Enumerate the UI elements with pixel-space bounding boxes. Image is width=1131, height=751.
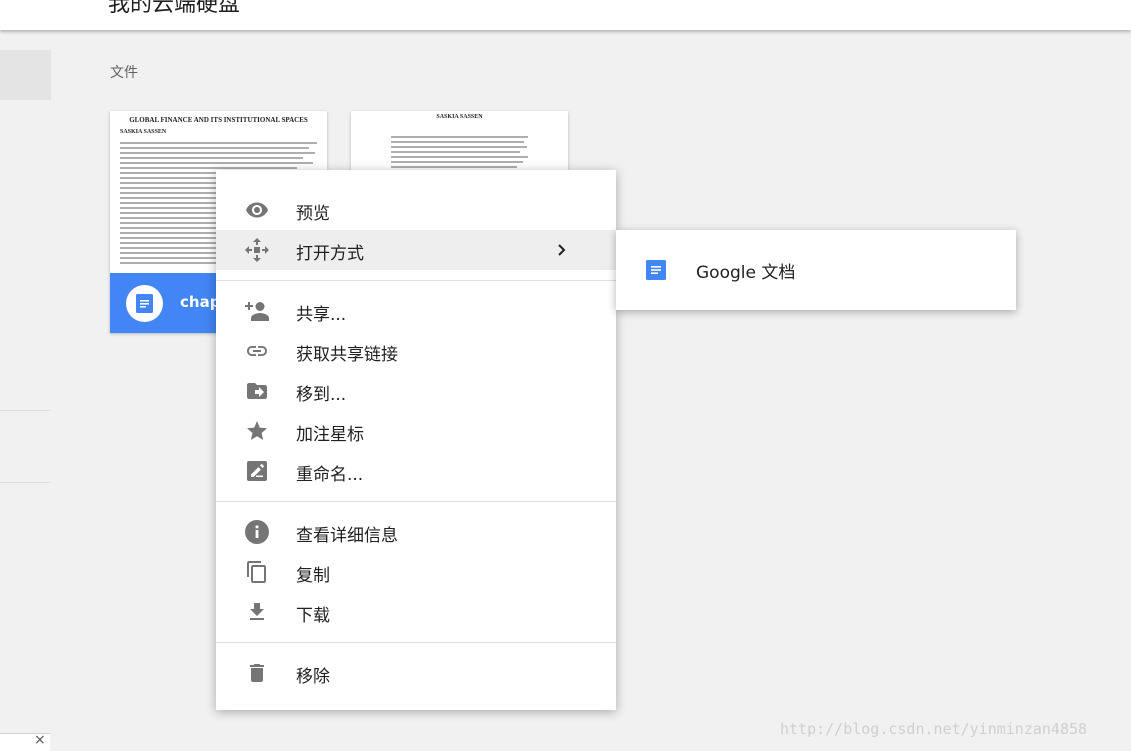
menu-item-open-with[interactable]: 打开方式 [216, 230, 616, 270]
open-with-submenu: Google 文档 [616, 230, 1016, 310]
chevron-right-icon [558, 244, 566, 256]
close-icon[interactable]: × [34, 734, 46, 748]
top-header: 我的云端硬盘 [0, 0, 1131, 30]
copy-icon [247, 561, 266, 583]
google-docs-icon [136, 294, 153, 313]
menu-item-label: 复制 [296, 566, 330, 586]
menu-item-label: 移到... [296, 385, 347, 405]
watermark-text: http://blog.csdn.net/yinminzan4858 [780, 720, 1088, 738]
menu-item-share[interactable]: 共享... [216, 291, 616, 331]
rename-icon [247, 461, 267, 481]
open-with-icon [245, 238, 269, 262]
sidebar-divider [0, 482, 51, 483]
menu-item-move-to[interactable]: 移到... [216, 371, 616, 411]
move-to-folder-icon [247, 383, 267, 399]
download-icon [250, 603, 264, 620]
menu-divider [216, 280, 616, 281]
menu-item-label: 预览 [296, 204, 330, 224]
menu-item-add-star[interactable]: 加注星标 [216, 411, 616, 451]
menu-item-label: 移除 [296, 667, 330, 687]
menu-item-download[interactable]: 下载 [216, 592, 616, 632]
file-type-badge [126, 285, 163, 322]
thumbnail-doc-author: SASKIA SASSEN [436, 114, 483, 120]
bottom-notification-fragment: × [0, 733, 50, 751]
menu-item-label: 加注星标 [296, 425, 364, 445]
page-title: 我的云端硬盘 [108, 0, 241, 17]
submenu-item-label: Google 文档 [696, 263, 796, 283]
menu-item-rename[interactable]: 重命名... [216, 451, 616, 491]
menu-item-label: 查看详细信息 [296, 526, 398, 546]
menu-divider [216, 642, 616, 643]
menu-item-label: 打开方式 [296, 244, 364, 264]
sidebar-divider [0, 410, 51, 411]
person-add-icon [245, 302, 269, 321]
trash-icon [250, 664, 264, 682]
menu-item-preview[interactable]: 预览 [216, 190, 616, 230]
menu-item-view-details[interactable]: 查看详细信息 [216, 512, 616, 552]
menu-item-label: 获取共享链接 [296, 345, 398, 365]
sidebar-item-active[interactable] [0, 50, 51, 100]
link-icon [247, 346, 267, 356]
eye-icon [246, 202, 268, 218]
files-section-label: 文件 [110, 65, 138, 81]
menu-item-label: 下载 [296, 606, 330, 626]
google-docs-icon [646, 260, 666, 280]
menu-item-label: 共享... [296, 305, 347, 325]
submenu-item-google-docs[interactable]: Google 文档 [616, 230, 1016, 310]
thumbnail-doc-author: SASKIA SASSEN [120, 129, 167, 135]
menu-divider [216, 501, 616, 502]
thumbnail-text-lines [391, 136, 528, 168]
info-icon [245, 520, 269, 544]
menu-item-remove[interactable]: 移除 [216, 653, 616, 693]
star-icon [247, 421, 267, 440]
menu-item-label: 重命名... [296, 465, 364, 485]
menu-item-copy[interactable]: 复制 [216, 552, 616, 592]
context-menu: 预览 打开方式 共享... 获取共享链接 移到... 加注星标 重命名... 查… [216, 170, 616, 710]
thumbnail-doc-title: GLOBAL FINANCE AND ITS INSTITUTIONAL SPA… [129, 116, 308, 124]
menu-item-get-link[interactable]: 获取共享链接 [216, 331, 616, 371]
